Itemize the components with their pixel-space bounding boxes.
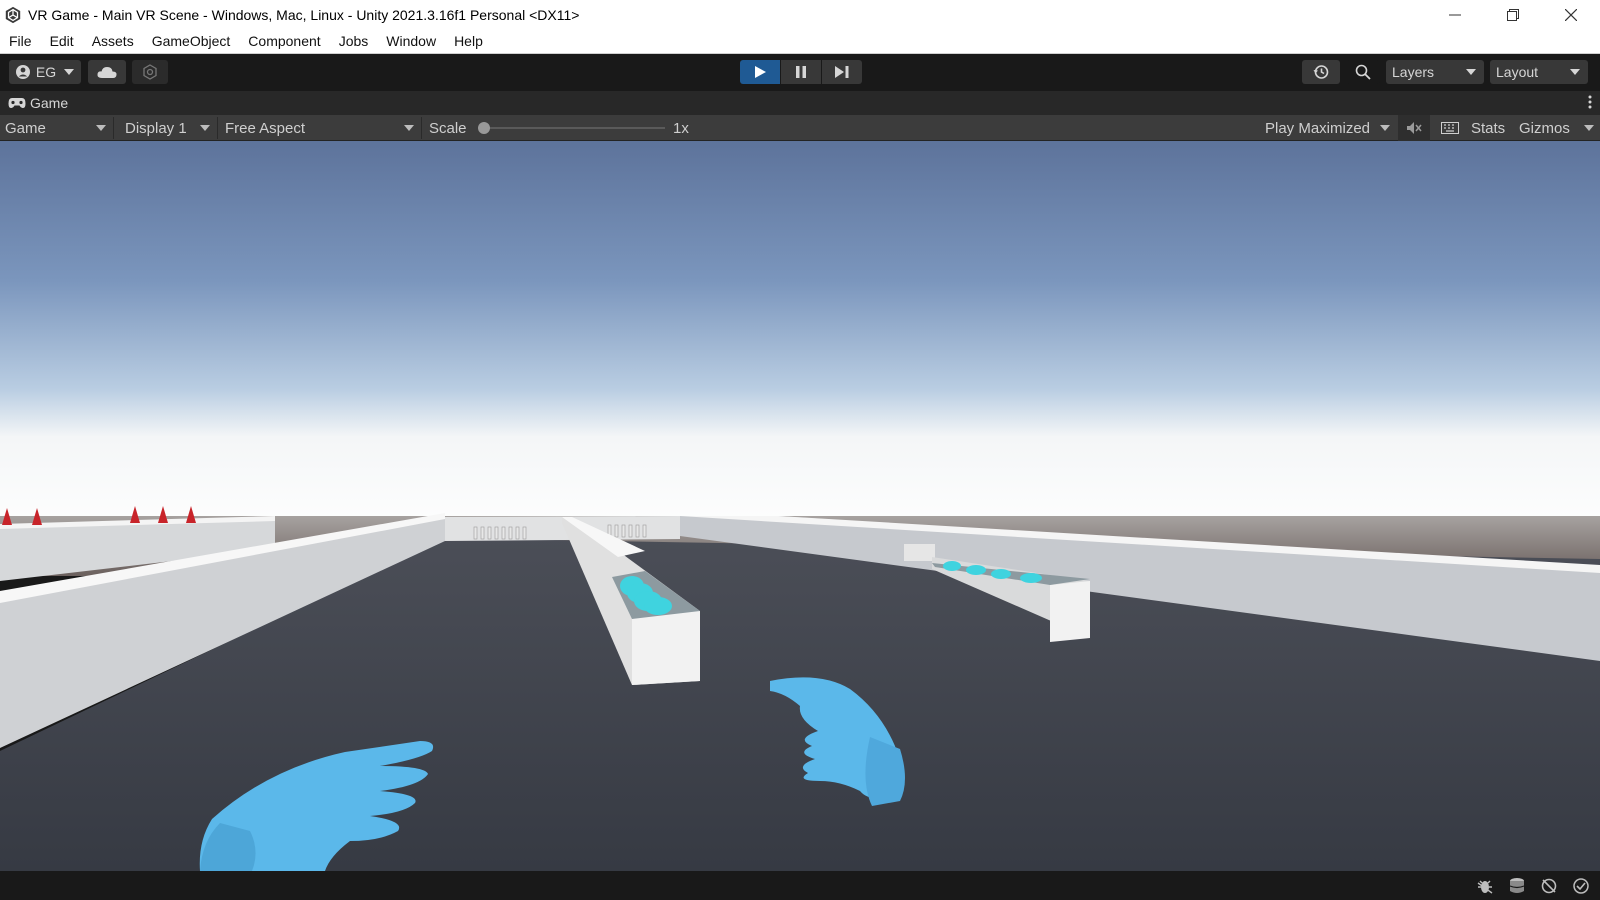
debug-icon[interactable] (1476, 877, 1494, 895)
scale-value-text: 1x (673, 119, 689, 137)
search-button[interactable] (1346, 60, 1380, 84)
layers-dropdown[interactable]: Layers (1386, 60, 1484, 84)
menu-file[interactable]: File (0, 33, 41, 49)
game-tab-bar: Game (0, 91, 1600, 115)
account-dropdown[interactable]: EG (9, 60, 81, 84)
display-dropdown[interactable]: Display 1 (120, 115, 216, 141)
scale-label: Scale (424, 115, 474, 141)
search-icon (1355, 64, 1371, 80)
status-bar (0, 871, 1600, 900)
aspect-dropdown[interactable]: Free Aspect (220, 115, 420, 141)
chevron-down-icon (404, 125, 414, 131)
menu-jobs[interactable]: Jobs (330, 33, 378, 49)
tab-game[interactable]: Game (0, 95, 68, 111)
minimize-button[interactable] (1426, 0, 1484, 29)
right-rack-cap (904, 544, 935, 561)
center-rack-front (632, 611, 700, 685)
game-viewport[interactable] (0, 141, 1600, 871)
menu-help[interactable]: Help (445, 33, 492, 49)
toolbar-divider (421, 117, 422, 139)
undo-history-button[interactable] (1302, 60, 1340, 84)
game-scene (0, 141, 1600, 871)
scale-label-text: Scale (429, 119, 467, 137)
restore-icon (1507, 8, 1519, 21)
layers-label: Layers (1392, 64, 1435, 80)
cloud-icon (97, 67, 117, 78)
play-mode-dropdown[interactable]: Play Maximized (1260, 115, 1396, 141)
history-icon (1313, 65, 1329, 79)
menu-component[interactable]: Component (239, 33, 329, 49)
unity-icon (5, 6, 21, 23)
menu-assets[interactable]: Assets (83, 33, 143, 49)
tab-game-label: Game (30, 95, 69, 111)
auto-generate-lighting-icon[interactable] (1540, 877, 1558, 895)
pause-icon (796, 66, 806, 78)
cache-server-icon[interactable] (1508, 877, 1526, 895)
minimize-icon (1449, 14, 1461, 15)
chevron-down-icon (1584, 125, 1594, 131)
close-button[interactable] (1542, 0, 1600, 29)
pause-button[interactable] (781, 60, 821, 84)
more-options-icon[interactable] (1588, 95, 1592, 109)
menu-bar: File Edit Assets GameObject Component Jo… (0, 29, 1600, 54)
right-rack-front (1050, 581, 1090, 642)
gizmos-dropdown[interactable]: Gizmos (1514, 115, 1600, 141)
sky (0, 141, 1600, 541)
stats-label: Stats (1471, 119, 1506, 137)
restore-button[interactable] (1484, 0, 1542, 29)
gizmos-label: Gizmos (1519, 119, 1570, 137)
chevron-down-icon (96, 125, 106, 131)
user-icon (15, 65, 30, 79)
window-titlebar: VR Game - Main VR Scene - Windows, Mac, … (0, 0, 1600, 29)
display-label: Display 1 (125, 119, 187, 137)
check-status-icon[interactable] (1572, 877, 1590, 895)
chevron-down-icon (1380, 125, 1390, 131)
chevron-down-icon (1466, 69, 1476, 75)
play-button[interactable] (740, 60, 780, 84)
scale-slider-handle[interactable] (478, 122, 490, 134)
menu-window[interactable]: Window (377, 33, 445, 49)
view-mode-dropdown[interactable]: Game (0, 115, 112, 141)
view-mode-label: Game (5, 119, 46, 137)
chevron-down-icon (64, 69, 75, 75)
mute-audio-icon (1407, 122, 1422, 134)
scale-slider-track[interactable] (482, 127, 665, 129)
cloud-button[interactable] (88, 60, 126, 84)
toolbar-divider (217, 117, 218, 139)
menu-edit[interactable]: Edit (41, 33, 83, 49)
chevron-down-icon (1570, 69, 1580, 75)
menu-gameobject[interactable]: GameObject (143, 33, 240, 49)
play-mode-label: Play Maximized (1265, 119, 1371, 137)
step-button[interactable] (822, 60, 862, 84)
game-view-toolbar: Game Display 1 Free Aspect Scale 1x Play… (0, 115, 1600, 141)
play-icon (755, 66, 766, 78)
step-icon (835, 66, 849, 78)
window-title: VR Game - Main VR Scene - Windows, Mac, … (28, 6, 580, 23)
gamepad-icon (8, 98, 26, 109)
layout-label: Layout (1496, 64, 1539, 80)
collab-button[interactable] (132, 60, 168, 84)
play-controls (740, 60, 863, 84)
mute-audio-button[interactable] (1398, 115, 1430, 141)
scale-value: 1x (668, 115, 698, 141)
account-label: EG (35, 64, 57, 80)
stats-button[interactable]: Stats (1466, 115, 1514, 141)
layout-dropdown[interactable]: Layout (1490, 60, 1588, 84)
shortcuts-button[interactable] (1432, 115, 1468, 141)
aspect-label: Free Aspect (225, 119, 306, 137)
chevron-down-icon (200, 125, 210, 131)
toolbar-divider (113, 117, 114, 139)
collab-icon (143, 64, 157, 80)
close-icon (1565, 8, 1577, 21)
keyboard-icon (1441, 122, 1459, 134)
